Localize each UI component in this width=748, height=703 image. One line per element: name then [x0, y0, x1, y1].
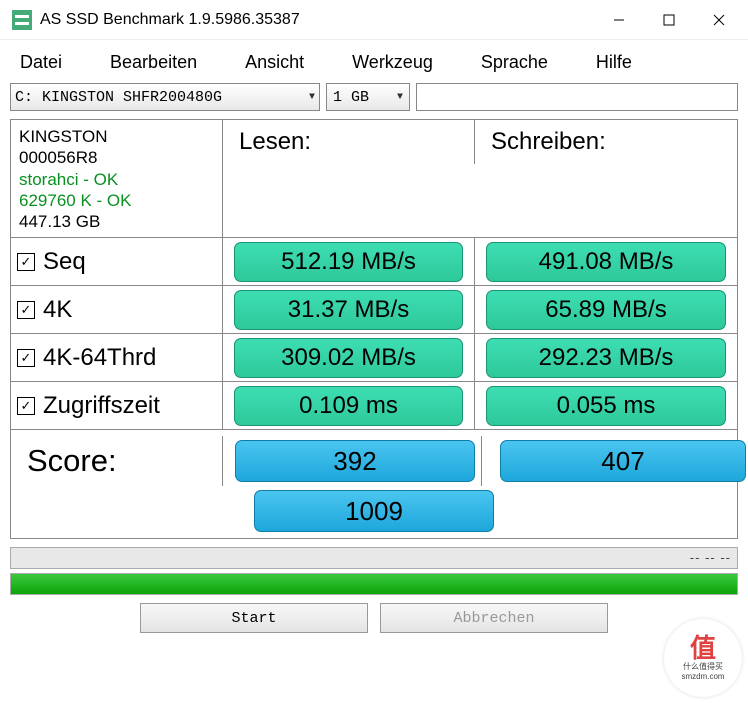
- drive-model: KINGSTON: [19, 126, 214, 147]
- start-button[interactable]: Start: [140, 603, 368, 633]
- 4k-write: 65.89 MB/s: [486, 290, 726, 330]
- menu-help[interactable]: Hilfe: [592, 52, 656, 73]
- button-row: Start Abbrechen: [10, 603, 738, 633]
- header-write: Schreiben:: [481, 122, 731, 162]
- window-controls: [594, 1, 744, 39]
- watermark-text2: smzdm.com: [681, 672, 724, 681]
- results-grid: KINGSTON 000056R8 storahci - OK 629760 K…: [10, 119, 738, 539]
- window-title: AS SSD Benchmark 1.9.5986.35387: [40, 11, 594, 29]
- drive-select[interactable]: C: KINGSTON SHFR200480G ▼: [10, 83, 320, 111]
- row-label-4k: 4K: [43, 296, 72, 324]
- access-write: 0.055 ms: [486, 386, 726, 426]
- seq-read: 512.19 MB/s: [234, 242, 463, 282]
- menu-language[interactable]: Sprache: [477, 52, 572, 73]
- menu-file[interactable]: Datei: [16, 52, 86, 73]
- drive-fw: 000056R8: [19, 147, 214, 168]
- 4k64-write: 292.23 MB/s: [486, 338, 726, 378]
- header-read: Lesen:: [229, 122, 468, 162]
- minimize-button[interactable]: [594, 1, 644, 39]
- abort-button: Abbrechen: [380, 603, 608, 633]
- watermark-text1: 什么值得买: [683, 661, 723, 672]
- score-write: 407: [500, 440, 746, 482]
- progress-text: -- -- --: [690, 550, 731, 565]
- size-select-value: 1 GB: [333, 89, 369, 106]
- menu-tools[interactable]: Werkzeug: [348, 52, 457, 73]
- info-box: [416, 83, 738, 111]
- progress-bar-overall: [10, 573, 738, 595]
- watermark-logo: 值: [690, 635, 716, 661]
- checkbox-seq[interactable]: ✓: [17, 253, 35, 271]
- drive-driver: storahci - OK: [19, 169, 214, 190]
- size-select[interactable]: 1 GB ▼: [326, 83, 410, 111]
- title-bar: AS SSD Benchmark 1.9.5986.35387: [0, 0, 748, 40]
- app-icon: [12, 10, 32, 30]
- checkbox-4k[interactable]: ✓: [17, 301, 35, 319]
- progress-bar-test: -- -- --: [10, 547, 738, 569]
- checkbox-access[interactable]: ✓: [17, 397, 35, 415]
- drive-select-value: C: KINGSTON SHFR200480G: [15, 89, 222, 106]
- chevron-down-icon: ▼: [309, 92, 315, 103]
- drive-align: 629760 K - OK: [19, 190, 214, 211]
- drive-capacity: 447.13 GB: [19, 211, 214, 232]
- menu-view[interactable]: Ansicht: [241, 52, 328, 73]
- seq-write: 491.08 MB/s: [486, 242, 726, 282]
- score-total: 1009: [254, 490, 494, 532]
- score-label: Score:: [17, 439, 127, 483]
- 4k64-read: 309.02 MB/s: [234, 338, 463, 378]
- selector-row: C: KINGSTON SHFR200480G ▼ 1 GB ▼: [10, 83, 738, 111]
- close-button[interactable]: [694, 1, 744, 39]
- drive-info: KINGSTON 000056R8 storahci - OK 629760 K…: [11, 120, 223, 238]
- maximize-button[interactable]: [644, 1, 694, 39]
- progress-block: -- -- --: [10, 547, 738, 595]
- row-label-seq: Seq: [43, 248, 86, 276]
- checkbox-4k64[interactable]: ✓: [17, 349, 35, 367]
- score-read: 392: [235, 440, 475, 482]
- menu-bar: Datei Bearbeiten Ansicht Werkzeug Sprach…: [10, 40, 738, 83]
- 4k-read: 31.37 MB/s: [234, 290, 463, 330]
- row-label-4k64: 4K-64Thrd: [43, 344, 156, 372]
- access-read: 0.109 ms: [234, 386, 463, 426]
- chevron-down-icon: ▼: [397, 92, 403, 103]
- menu-edit[interactable]: Bearbeiten: [106, 52, 221, 73]
- row-label-access: Zugriffszeit: [43, 392, 160, 420]
